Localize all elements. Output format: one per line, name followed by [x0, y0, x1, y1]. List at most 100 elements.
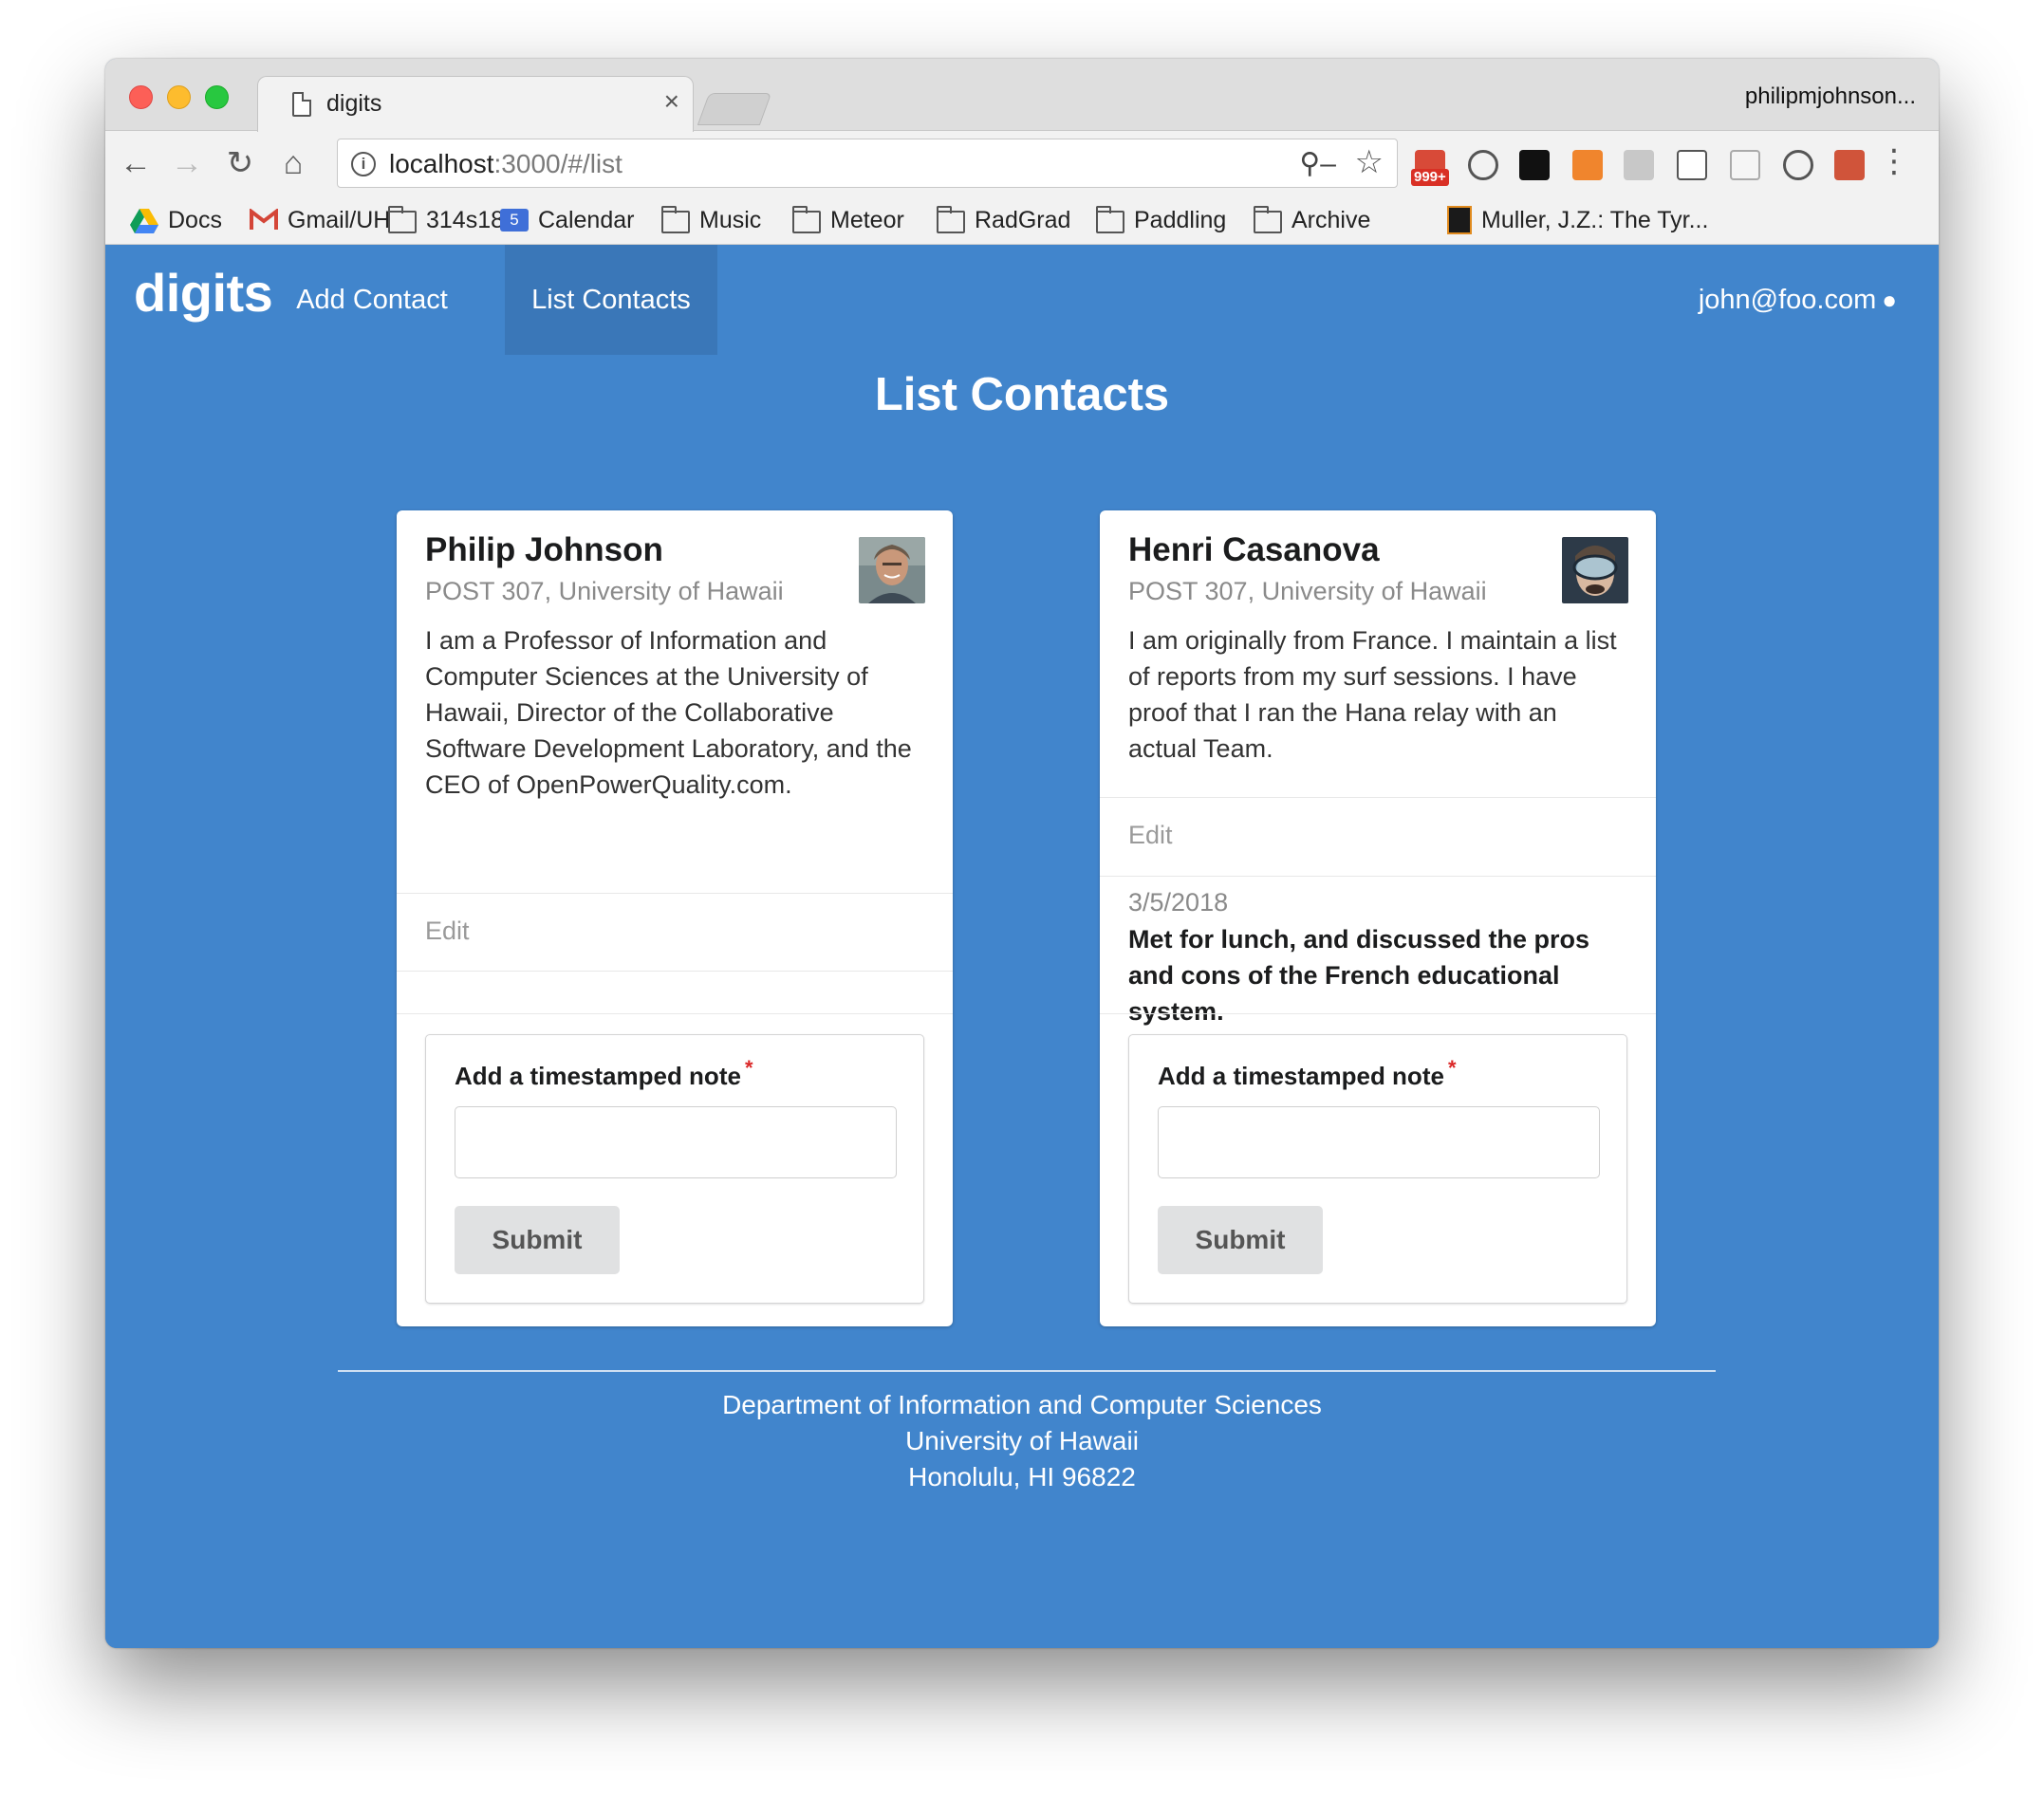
- contact-address: POST 307, University of Hawaii: [1128, 577, 1487, 605]
- tab-title: digits: [326, 90, 382, 117]
- minimize-window-button[interactable]: [167, 85, 191, 109]
- edit-link[interactable]: Edit: [1128, 821, 1173, 850]
- contact-card: Henri Casanova POST 307, University of H…: [1100, 510, 1656, 1326]
- required-marker: *: [744, 1056, 753, 1080]
- password-manager-icon[interactable]: [1468, 150, 1498, 180]
- note-field-label: Add a timestamped note *: [1158, 1056, 1457, 1091]
- calendar-icon: 5: [500, 209, 529, 232]
- gmail-icon: [250, 207, 278, 232]
- submit-button[interactable]: Submit: [1158, 1206, 1323, 1274]
- bookmark-label: Muller, J.Z.: The Tyr...: [1481, 206, 1709, 233]
- bookmark-label: Gmail/UH: [288, 206, 391, 233]
- note-input[interactable]: [1158, 1106, 1600, 1178]
- contact-address: POST 307, University of Hawaii: [425, 577, 784, 605]
- bookmark-star-icon[interactable]: ☆: [1355, 143, 1384, 181]
- bookmark-label: Calendar: [538, 206, 635, 233]
- contact-name: Henri Casanova: [1128, 531, 1380, 568]
- new-tab-button[interactable]: [697, 93, 772, 125]
- contact-description: I am a Professor of Information and Comp…: [425, 626, 912, 799]
- bookmark-label: 314s18: [426, 206, 505, 233]
- folder-icon: [1096, 206, 1124, 233]
- sync-extension-icon[interactable]: [1783, 150, 1813, 180]
- page-title: List Contacts: [874, 369, 1170, 420]
- bookmark-paddling[interactable]: Paddling: [1096, 205, 1226, 235]
- jetbrains-icon[interactable]: [1519, 150, 1550, 180]
- bookmark-label: Music: [699, 206, 762, 233]
- url-host: localhost: [389, 149, 494, 178]
- react-devtools-icon[interactable]: [1834, 150, 1865, 180]
- analytics-extension-icon[interactable]: [1572, 150, 1603, 180]
- browser-toolbar: ← → ↻ ⌂ i localhost:3000/#/list ⚲– ☆ 999…: [105, 131, 1939, 195]
- footer-university: University of Hawaii: [905, 1426, 1139, 1455]
- note-input[interactable]: [455, 1106, 897, 1178]
- back-arrow-icon[interactable]: ←: [117, 144, 155, 182]
- note-label-text: Add a timestamped note: [455, 1062, 741, 1090]
- footer-divider: [338, 1370, 1716, 1372]
- bookmark-docs[interactable]: Docs: [130, 205, 222, 235]
- contact-avatar: [1562, 537, 1628, 603]
- home-icon[interactable]: ⌂: [274, 144, 312, 182]
- bookmark-meteor[interactable]: Meteor: [792, 205, 904, 235]
- contact-name: Philip Johnson: [425, 531, 663, 568]
- bookmark-archive[interactable]: Archive: [1254, 205, 1370, 235]
- nav-list-contacts[interactable]: List Contacts: [505, 245, 717, 355]
- bookmark-label: Archive: [1291, 206, 1371, 233]
- submit-button[interactable]: Submit: [455, 1206, 620, 1274]
- close-window-button[interactable]: [129, 85, 153, 109]
- app-page: digits Add Contact List Contacts john@fo…: [105, 245, 1939, 1648]
- footer-address: Honolulu, HI 96822: [908, 1462, 1136, 1491]
- browser-chrome: digits × philipmjohnson... ← → ↻ ⌂ i loc…: [105, 59, 1939, 245]
- user-icon: ●: [1882, 286, 1897, 314]
- folder-icon: [1254, 206, 1282, 233]
- required-marker: *: [1447, 1056, 1457, 1080]
- browser-menu-icon[interactable]: ⋮: [1878, 142, 1910, 180]
- url-text[interactable]: localhost:3000/#/list: [389, 149, 622, 179]
- google-drive-icon: [130, 209, 158, 233]
- toggle-extension-icon[interactable]: [1624, 150, 1654, 180]
- maximize-window-button[interactable]: [205, 85, 229, 109]
- document-extension-icon[interactable]: [1730, 150, 1760, 180]
- forward-arrow-icon[interactable]: →: [168, 144, 206, 182]
- card-divider: [397, 1013, 953, 1014]
- top-navbar: digits Add Contact List Contacts john@fo…: [105, 245, 1939, 355]
- bookmark-label: Docs: [168, 206, 222, 233]
- info-icon[interactable]: i: [351, 152, 376, 176]
- tab-close-icon[interactable]: ×: [664, 86, 679, 117]
- folder-icon: [792, 206, 821, 233]
- eyedropper-icon[interactable]: [1677, 150, 1707, 180]
- address-bar[interactable]: i localhost:3000/#/list ⚲– ☆: [337, 139, 1398, 188]
- bookmark-label: Meteor: [830, 206, 904, 233]
- tab-strip: digits × philipmjohnson...: [105, 59, 1939, 132]
- browser-tab[interactable]: digits ×: [257, 76, 694, 132]
- feed-extension-icon[interactable]: 999+: [1411, 150, 1449, 186]
- folder-icon: [937, 206, 965, 233]
- bookmark-label: Paddling: [1134, 206, 1227, 233]
- card-divider: [1100, 797, 1656, 798]
- folder-icon: [388, 206, 417, 233]
- url-path: :3000/#/list: [493, 149, 622, 178]
- reload-icon[interactable]: ↻: [221, 144, 259, 182]
- bookmark-gmail[interactable]: Gmail/UH: [250, 205, 390, 235]
- bookmark-muller[interactable]: Muller, J.Z.: The Tyr...: [1447, 205, 1708, 235]
- user-email: john@foo.com: [1698, 285, 1877, 315]
- bookmark-music[interactable]: Music: [661, 205, 761, 235]
- folder-icon: [661, 206, 690, 233]
- bookmark-radgrad[interactable]: RadGrad: [937, 205, 1070, 235]
- card-divider: [397, 971, 953, 972]
- card-divider: [397, 893, 953, 894]
- key-icon[interactable]: ⚲–: [1299, 147, 1336, 180]
- contact-card: Philip Johnson POST 307, University of H…: [397, 510, 953, 1326]
- edit-link[interactable]: Edit: [425, 917, 470, 946]
- browser-window: digits × philipmjohnson... ← → ↻ ⌂ i loc…: [105, 59, 1939, 1648]
- bookmark-calendar[interactable]: 5 Calendar: [500, 205, 634, 235]
- note-label-text: Add a timestamped note: [1158, 1062, 1444, 1090]
- brand-logo[interactable]: digits: [134, 262, 273, 324]
- profile-name[interactable]: philipmjohnson...: [1745, 83, 1916, 110]
- contact-description: I am originally from France. I maintain …: [1128, 626, 1617, 763]
- bookmark-label: RadGrad: [975, 206, 1071, 233]
- add-note-form: Add a timestamped note * Submit: [1128, 1034, 1627, 1304]
- user-menu[interactable]: john@foo.com ●: [1699, 245, 1897, 355]
- bookmark-314s18[interactable]: 314s18: [388, 205, 504, 235]
- nav-add-contact[interactable]: Add Contact: [267, 245, 477, 355]
- footer-department: Department of Information and Computer S…: [722, 1390, 1322, 1419]
